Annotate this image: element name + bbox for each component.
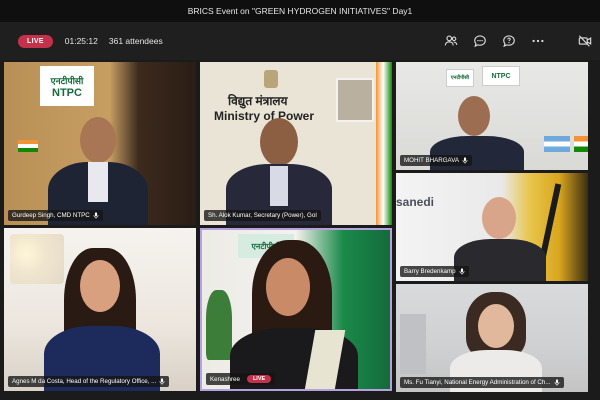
mic-icon: [459, 268, 465, 275]
participant-name-bar: MOHIT BHARGAVA: [400, 155, 473, 166]
participant-head: [458, 96, 490, 136]
elapsed-time: 01:25:12: [64, 36, 98, 46]
more-icon[interactable]: [531, 34, 545, 48]
india-flag: [574, 136, 588, 152]
ministry-sign-hindi: विद्युत मंत्रालय: [228, 94, 288, 108]
video-grid: एनटीपीसी NTPC Gurdeep Singh, CMD NTPC वि…: [0, 60, 600, 400]
wall-panel: [400, 314, 426, 374]
participant-head: [260, 118, 298, 166]
video-tile-alok-kumar[interactable]: विद्युत मंत्रालय Ministry of Power Sh. A…: [200, 62, 392, 225]
participant-head: [478, 304, 514, 348]
participant-shirt: [270, 166, 288, 206]
participant-name: Kenashree: [210, 375, 240, 383]
window-title-bar: BRICS Event on "GREEN HYDROGEN INITIATIV…: [0, 0, 600, 22]
ntpc-logo-left: एनटीपीसी: [446, 69, 474, 87]
participant-name-bar: Sh. Alok Kumar, Secretary (Power), GoI: [204, 210, 322, 221]
participant-name: Gurdeep Singh, CMD NTPC: [12, 212, 90, 219]
participant-name-bar: Ms. Fu Tianyi, National Energy Administr…: [400, 377, 564, 388]
participant-name: Ms. Fu Tianyi, National Energy Administr…: [404, 379, 551, 386]
participant-name: Agnes M da Costa, Head of the Regulatory…: [12, 378, 157, 385]
ntpc-logo-hindi: एनटीपीसी: [50, 75, 84, 86]
country-flag: [544, 136, 570, 152]
ntpc-logo-hindi: एनटीपीसी: [450, 75, 470, 81]
mic-icon: [93, 212, 99, 219]
participant-name: Barry Bredenkamp: [404, 268, 456, 275]
participant-shirt: [88, 162, 108, 202]
participant-head: [80, 117, 116, 163]
qa-icon[interactable]: [502, 34, 516, 48]
participant-name-bar: Agnes M da Costa, Head of the Regulatory…: [8, 376, 170, 387]
chat-icon[interactable]: [473, 34, 487, 48]
video-tile-agnes-da-costa[interactable]: Agnes M da Costa, Head of the Regulatory…: [4, 228, 196, 391]
video-tile-kenashree[interactable]: एनटीपीसी Kenashree LIVE: [200, 228, 392, 391]
national-emblem-icon: [264, 70, 278, 88]
ntpc-logo-text: NTPC: [491, 72, 511, 80]
portrait-frame: [336, 78, 374, 122]
video-tile-fu-tianyi[interactable]: Ms. Fu Tianyi, National Energy Administr…: [396, 284, 588, 392]
mic-icon: [159, 378, 165, 385]
room-window: [10, 234, 64, 284]
participant-name: MOHIT BHARGAVA: [404, 157, 460, 164]
video-tile-barry-bredenkamp[interactable]: sanedi Barry Bredenkamp: [396, 173, 588, 281]
india-flag: [18, 140, 38, 152]
mic-icon: [462, 157, 468, 164]
ntpc-logo: एनटीपीसी NTPC: [40, 66, 94, 106]
meeting-toolbar: LIVE 01:25:12 361 attendees: [0, 22, 600, 60]
mic-icon: [554, 379, 559, 386]
participant-head: [266, 258, 310, 316]
plant-decoration: [206, 290, 232, 360]
video-tile-mohit-bhargava[interactable]: एनटीपीसी NTPC MOHIT BHARGAVA: [396, 62, 588, 170]
live-badge: LIVE: [246, 375, 272, 383]
live-indicator: LIVE: [18, 34, 53, 48]
people-icon[interactable]: [444, 34, 458, 48]
window-title: BRICS Event on "GREEN HYDROGEN INITIATIV…: [187, 6, 413, 16]
sanedi-logo: sanedi: [396, 195, 435, 209]
participant-head: [80, 260, 120, 312]
participant-head: [482, 197, 516, 239]
participant-name-bar: Barry Bredenkamp: [400, 266, 469, 277]
participant-name: Sh. Alok Kumar, Secretary (Power), GoI: [208, 212, 318, 219]
ntpc-logo-right: NTPC: [482, 66, 520, 86]
ministry-sign-english: Ministry of Power: [214, 109, 315, 123]
participant-name-bar: Gurdeep Singh, CMD NTPC: [8, 210, 103, 221]
india-flag: [376, 62, 392, 225]
ntpc-logo-text: NTPC: [52, 86, 82, 99]
video-tile-gurdeep-singh[interactable]: एनटीपीसी NTPC Gurdeep Singh, CMD NTPC: [4, 62, 196, 225]
attendee-count: 361 attendees: [108, 36, 163, 46]
camera-off-icon[interactable]: [578, 34, 592, 48]
participant-name-bar: Kenashree LIVE: [206, 373, 276, 385]
